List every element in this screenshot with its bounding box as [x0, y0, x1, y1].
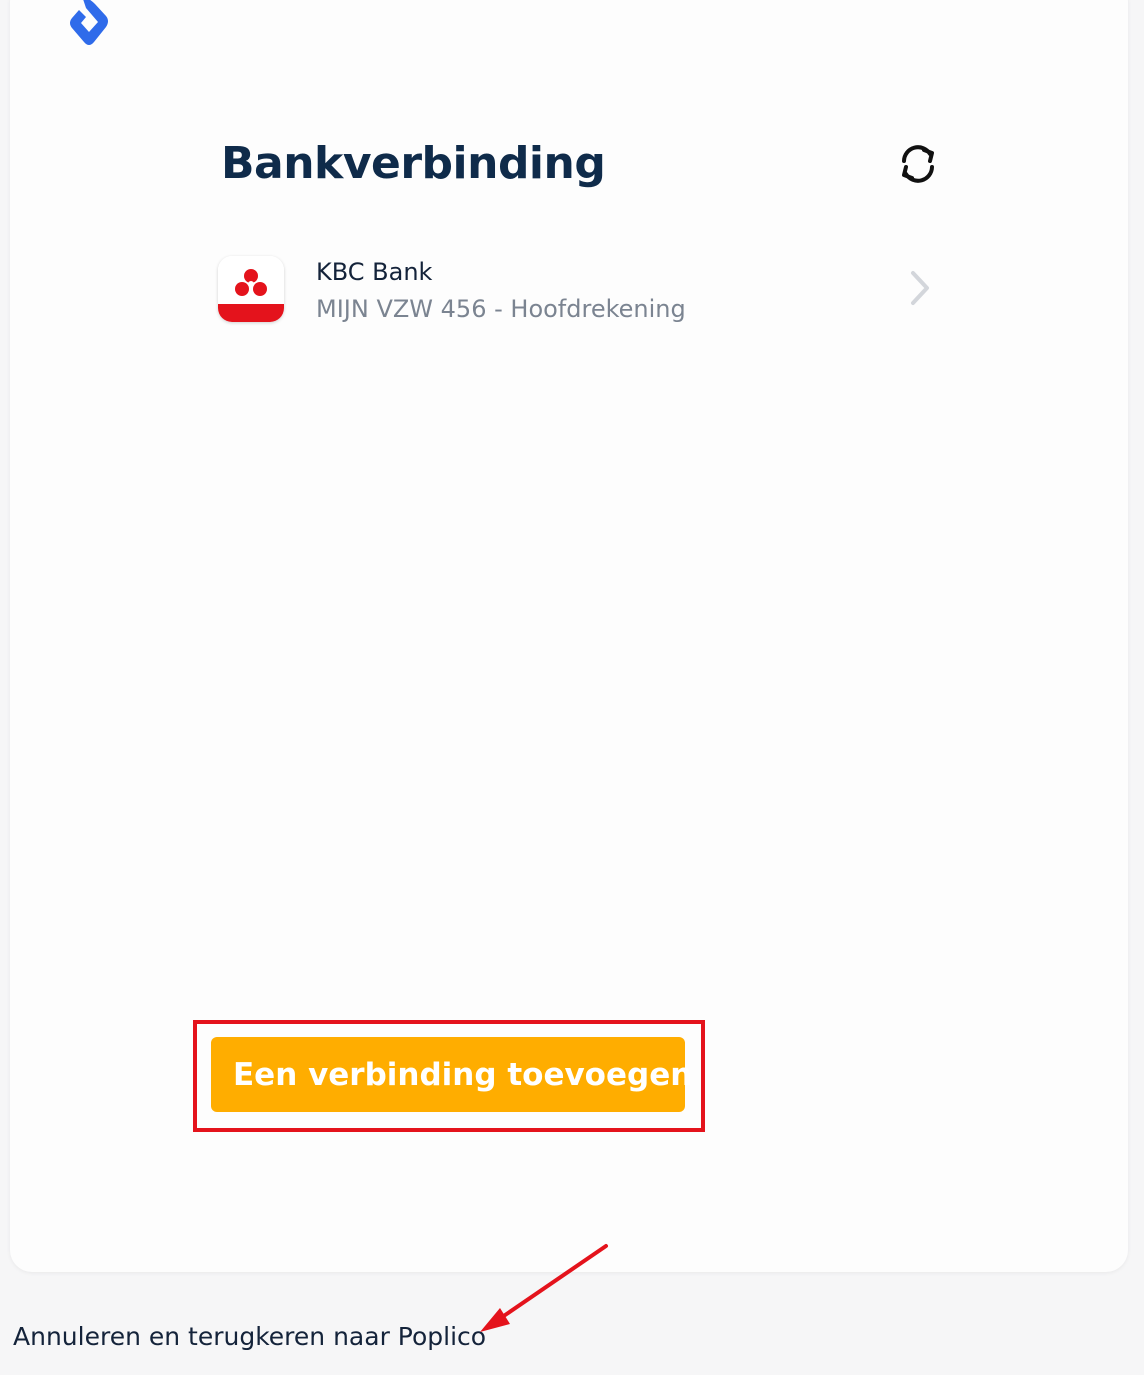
page-title: Bankverbinding	[221, 138, 606, 189]
poplico-logo-icon	[70, 0, 108, 45]
annotation-arrow-icon	[480, 1244, 608, 1332]
bank-name: KBC Bank	[316, 258, 433, 286]
bank-connection-item[interactable]: KBC Bank MIJN VZW 456 - Hoofdrekening	[218, 252, 942, 328]
kbc-logo-icon	[218, 256, 284, 322]
chevron-right-icon[interactable]	[906, 268, 934, 308]
refresh-icon[interactable]	[894, 140, 942, 188]
add-connection-button[interactable]: Een verbinding toevoegen	[211, 1037, 692, 1112]
bank-account-name: MIJN VZW 456 - Hoofdrekening	[316, 295, 686, 323]
cancel-and-return-link[interactable]: Annuleren en terugkeren naar Poplico	[13, 1322, 486, 1351]
